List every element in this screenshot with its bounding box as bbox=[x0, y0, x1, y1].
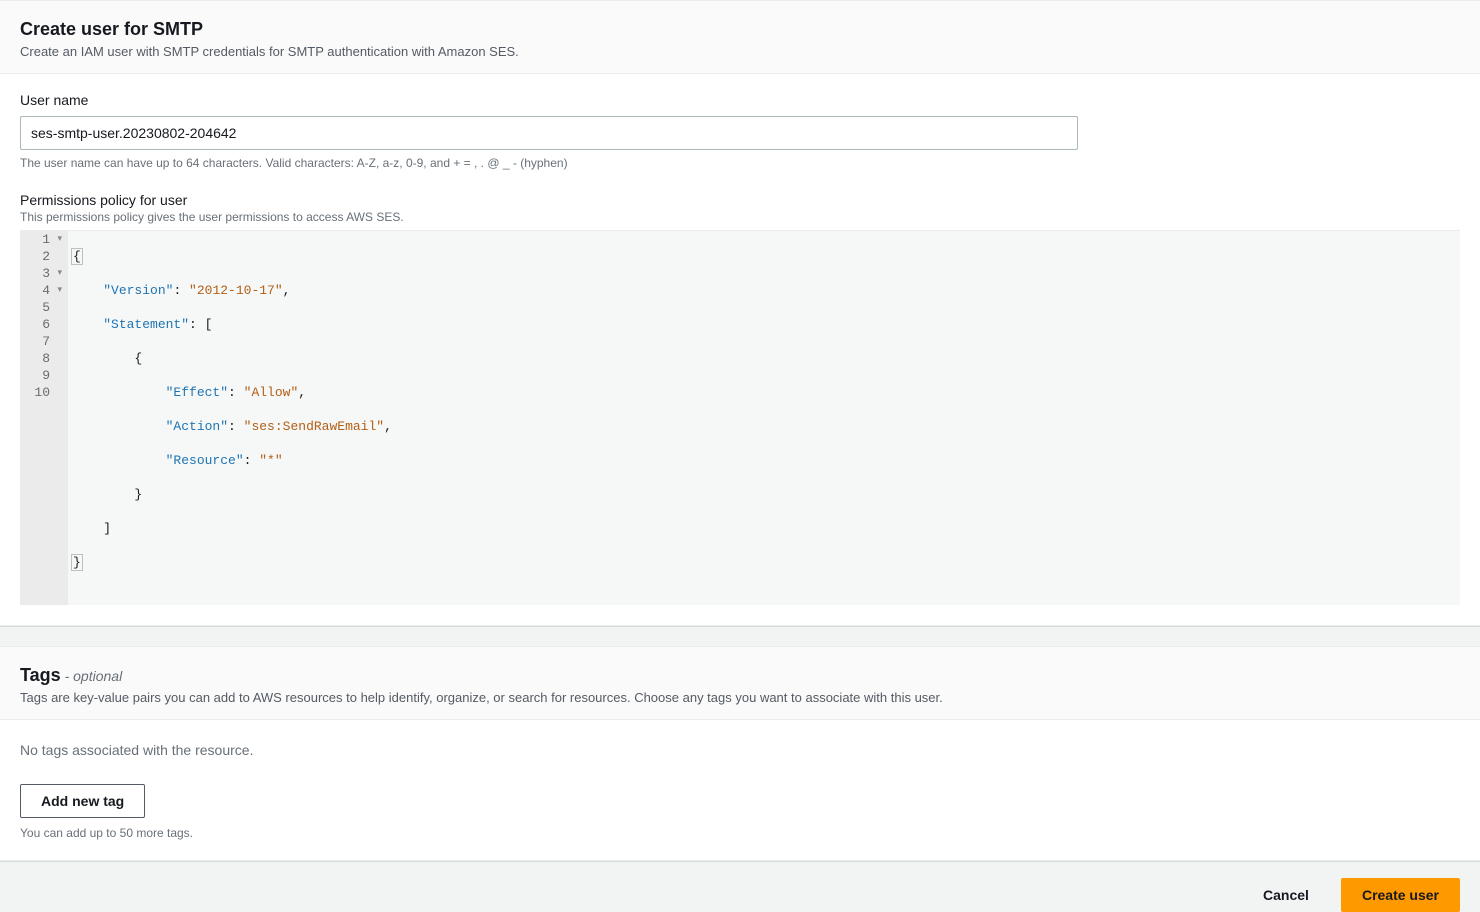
fold-icon[interactable]: ▾ bbox=[54, 282, 62, 299]
username-label: User name bbox=[20, 92, 1460, 108]
editor-code[interactable]: { "Version": "2012-10-17", "Statement": … bbox=[68, 231, 396, 605]
add-new-tag-button[interactable]: Add new tag bbox=[20, 784, 145, 818]
tags-sub: Tags are key-value pairs you can add to … bbox=[20, 690, 1460, 705]
page-title: Create user for SMTP bbox=[20, 19, 1460, 40]
fold-icon[interactable]: ▾ bbox=[54, 265, 62, 282]
editor-gutter: 1▾ 2 3▾ 4▾ 5 6 7 8 9 10 bbox=[20, 231, 68, 605]
create-user-button[interactable]: Create user bbox=[1341, 878, 1460, 912]
tags-body: No tags associated with the resource. Ad… bbox=[0, 720, 1480, 860]
page-subtitle: Create an IAM user with SMTP credentials… bbox=[20, 44, 1460, 59]
username-input[interactable] bbox=[20, 116, 1078, 150]
policy-sub: This permissions policy gives the user p… bbox=[20, 210, 1460, 224]
panel-header: Create user for SMTP Create an IAM user … bbox=[0, 1, 1480, 74]
tags-limit-hint: You can add up to 50 more tags. bbox=[20, 826, 1460, 840]
username-hint: The user name can have up to 64 characte… bbox=[20, 156, 1460, 170]
tags-optional: - optional bbox=[61, 668, 123, 684]
panel-body: User name The user name can have up to 6… bbox=[0, 74, 1480, 625]
tags-header: Tags - optional Tags are key-value pairs… bbox=[0, 647, 1480, 720]
tags-title: Tags bbox=[20, 665, 61, 685]
cancel-button[interactable]: Cancel bbox=[1243, 878, 1329, 912]
fold-icon[interactable]: ▾ bbox=[54, 231, 62, 248]
policy-label: Permissions policy for user bbox=[20, 192, 1460, 208]
footer-actions: Cancel Create user bbox=[0, 861, 1480, 912]
tags-empty-text: No tags associated with the resource. bbox=[20, 742, 1460, 758]
policy-editor[interactable]: 1▾ 2 3▾ 4▾ 5 6 7 8 9 10 { "Version": "20… bbox=[20, 230, 1460, 605]
create-user-panel: Create user for SMTP Create an IAM user … bbox=[0, 0, 1480, 626]
tags-panel: Tags - optional Tags are key-value pairs… bbox=[0, 646, 1480, 861]
